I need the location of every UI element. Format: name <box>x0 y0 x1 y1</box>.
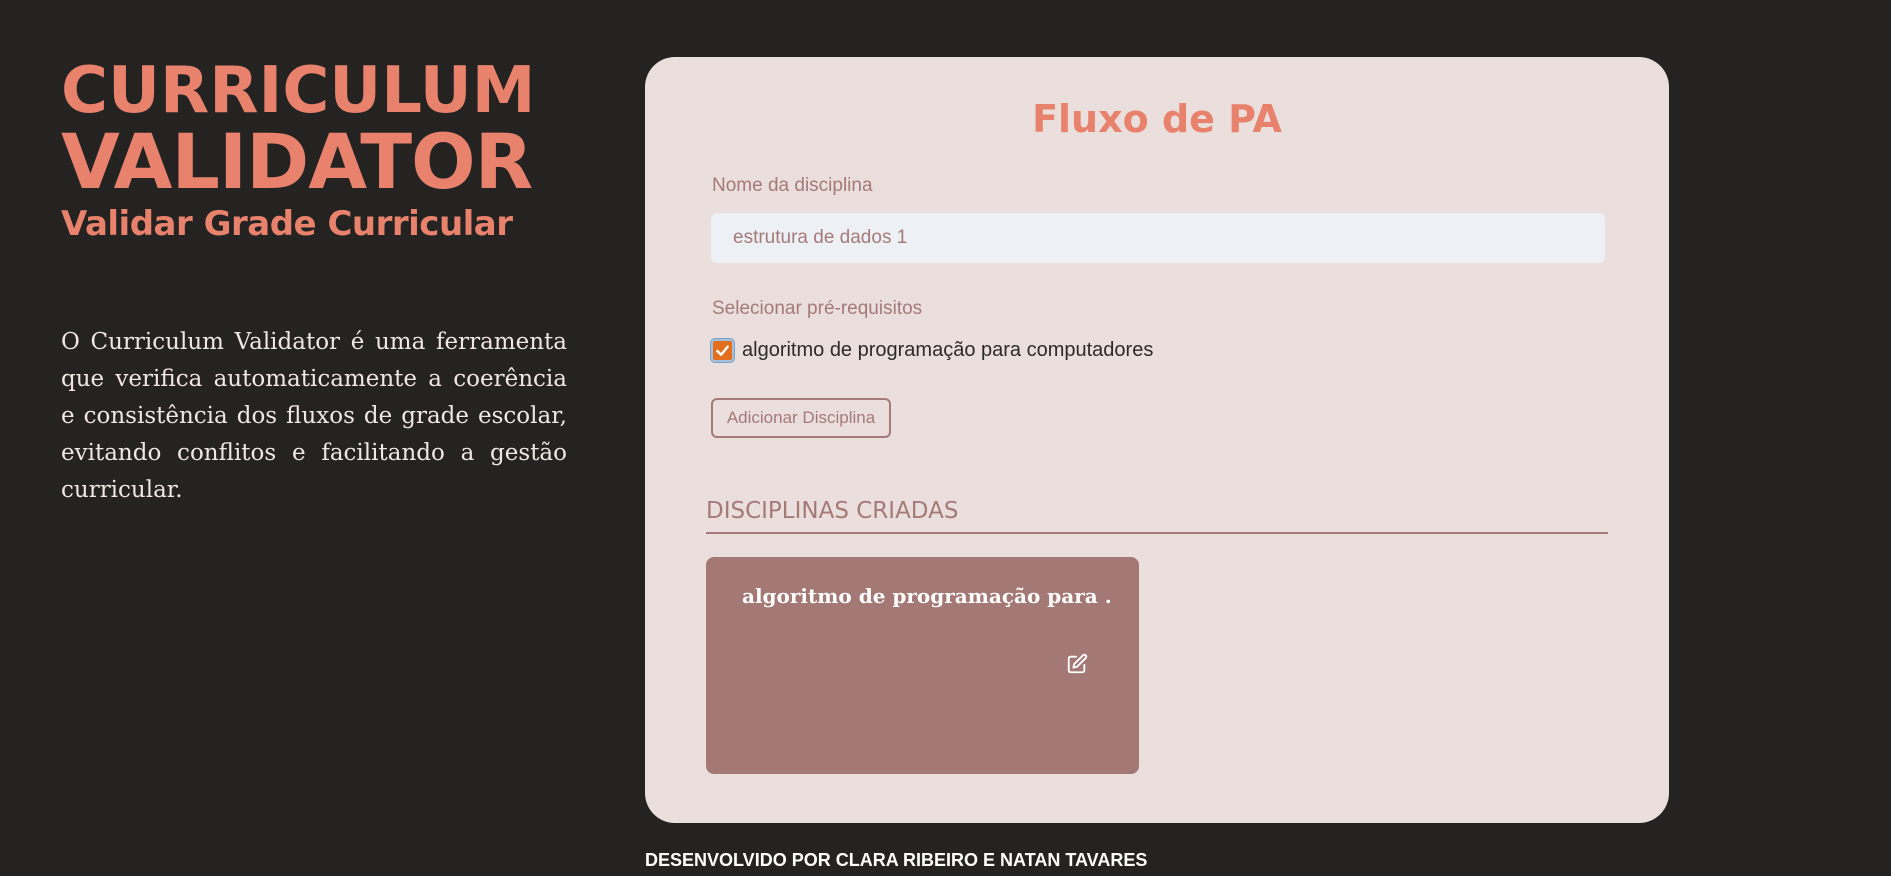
section-divider <box>706 532 1608 534</box>
subject-card-title: algoritmo de programação para ... <box>742 584 1112 608</box>
prerequisites-label: Selecionar pré-requisitos <box>712 298 923 319</box>
flow-card: Fluxo de PA Nome da disciplina Seleciona… <box>645 57 1669 823</box>
brand-panel: CURRICULUM VALIDATOR Validar Grade Curri… <box>61 58 567 509</box>
subject-card[interactable]: algoritmo de programação para ... <box>706 557 1139 774</box>
created-subjects-heading: DISCIPLINAS CRIADAS <box>706 498 959 524</box>
edit-icon[interactable] <box>1066 653 1088 675</box>
checkmark-icon <box>716 345 729 356</box>
add-subject-button[interactable]: Adicionar Disciplina <box>711 398 891 438</box>
brand-description: O Curriculum Validator é uma ferramenta … <box>61 329 567 503</box>
brand-title-line1: CURRICULUM <box>61 54 536 128</box>
brand-subtitle: Validar Grade Curricular <box>61 204 513 244</box>
prerequisite-label: algoritmo de programação para computador… <box>742 339 1154 361</box>
prerequisite-checkbox[interactable] <box>711 339 734 362</box>
flow-title: Fluxo de PA <box>1032 97 1282 141</box>
subject-name-input[interactable] <box>711 213 1605 263</box>
prerequisite-option[interactable]: algoritmo de programação para computador… <box>711 339 1153 362</box>
subject-name-label: Nome da disciplina <box>712 175 873 196</box>
brand-title-line2: VALIDATOR <box>61 117 533 206</box>
footer-credit: DESENVOLVIDO POR CLARA RIBEIRO E NATAN T… <box>645 850 1148 870</box>
